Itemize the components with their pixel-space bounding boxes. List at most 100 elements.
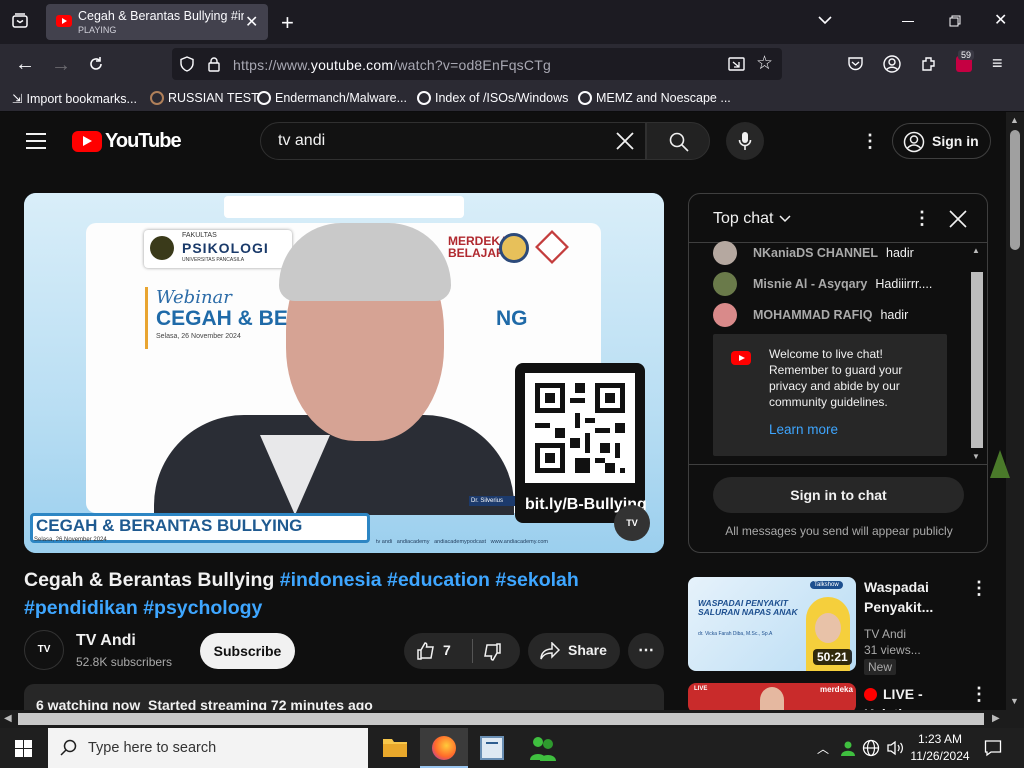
more-options-icon[interactable]: ⋮ (861, 132, 879, 150)
mic-icon (738, 131, 752, 151)
like-button[interactable] (416, 641, 436, 661)
more-actions-icon[interactable]: ⋯ (628, 633, 664, 669)
file-explorer-icon[interactable] (382, 734, 408, 762)
close-chat-icon[interactable] (949, 210, 967, 228)
chat-scrollbar[interactable]: ▲ ▼ (970, 246, 984, 464)
hashtag-link[interactable]: #indonesia #education #sekolah (280, 569, 579, 591)
bookmark-item[interactable]: Index of /ISOs/Windows (417, 91, 568, 105)
address-bar[interactable]: https://www.youtube.com/watch?v=od8EnFqs… (172, 48, 782, 80)
chat-avatar[interactable] (713, 303, 737, 327)
horizontal-scrollbar-thumb[interactable] (18, 713, 984, 725)
close-tab-icon[interactable]: ✕ (245, 12, 258, 32)
chat-options-icon[interactable]: ⋮ (913, 208, 931, 229)
app-window-icon[interactable] (480, 736, 504, 760)
reload-icon[interactable] (88, 56, 104, 72)
notifications-icon[interactable] (984, 739, 1002, 757)
recommendation-meta: 31 views... (864, 643, 921, 657)
recommendation-channel[interactable]: TV Andi (864, 627, 974, 641)
taskbar-clock[interactable]: 1:23 AM 11/26/2024 (910, 731, 970, 765)
recommendation-menu-icon[interactable]: ⋮ (970, 684, 988, 705)
scroll-right-icon[interactable]: ▶ (992, 713, 1000, 724)
taskbar-search-input[interactable]: Type here to search (48, 728, 368, 768)
channel-avatar[interactable]: TV (24, 630, 64, 670)
scroll-left-icon[interactable]: ◀ (4, 713, 12, 724)
recommendation-thumbnail[interactable]: Talkshow WASPADAI PENYAKIT SALURAN NAPAS… (688, 577, 856, 671)
chat-mode-dropdown[interactable]: Top chat (713, 210, 792, 228)
youtube-small-icon (731, 351, 751, 365)
bookmark-label: Index of /ISOs/Windows (435, 91, 569, 105)
page-scrollbar[interactable]: ▲ ▼ (1006, 112, 1024, 728)
volume-icon[interactable] (886, 739, 904, 757)
reader-view-icon[interactable] (728, 56, 745, 72)
chat-author[interactable]: Misnie Al - Asyqary (753, 277, 867, 291)
windows-start-icon[interactable] (15, 740, 32, 757)
pocket-icon[interactable] (847, 56, 864, 72)
scroll-up-arrow-icon[interactable]: ▲ (1010, 115, 1019, 125)
chat-scroll-down-icon[interactable]: ▼ (972, 452, 980, 461)
subscribe-button[interactable]: Subscribe (200, 633, 295, 669)
extensions-icon[interactable] (920, 55, 938, 73)
recommendation-info[interactable]: Waspadai Penyakit... TV Andi 31 views...… (864, 577, 974, 676)
extension-badge-count: 59 (958, 50, 975, 60)
chat-message: MOHAMMAD RAFIQ hadir (713, 301, 908, 329)
chevron-down-icon[interactable] (818, 15, 832, 25)
recommendation-thumbnail[interactable]: LIVE merdeka (688, 683, 856, 713)
hamburger-menu-icon[interactable]: ≡ (992, 54, 1003, 72)
restore-icon[interactable] (949, 15, 961, 27)
bookmark-item[interactable]: Endermanch/Malware... (257, 91, 407, 105)
share-button[interactable]: Share (528, 633, 620, 669)
recommendation-title[interactable]: Waspadai Penyakit... (864, 577, 956, 617)
horizontal-scrollbar[interactable]: ◀ ▶ (0, 710, 1006, 728)
browser-tab-active[interactable]: Cegah & Berantas Bullying #indonesia PLA… (46, 4, 268, 40)
youtube-logo[interactable]: YouTube (72, 130, 182, 153)
window-close-icon[interactable]: ✕ (994, 13, 1007, 29)
chat-author[interactable]: NKaniaDS CHANNEL (753, 246, 878, 260)
logo-strip (224, 196, 464, 218)
clear-search-icon[interactable] (616, 132, 634, 150)
hashtag-link[interactable]: #pendidikan #psychology (24, 597, 262, 619)
chat-welcome-banner: Welcome to live chat! Remember to guard … (713, 334, 947, 456)
new-tab-icon[interactable]: + (281, 12, 294, 34)
voice-search-button[interactable] (726, 122, 764, 160)
chat-author[interactable]: MOHAMMAD RAFIQ (753, 308, 872, 322)
system-tray-chevron-icon[interactable]: ︿ (817, 740, 829, 757)
shield-icon[interactable] (179, 56, 195, 72)
chat-avatar[interactable] (713, 241, 737, 265)
people-app-icon[interactable] (528, 734, 558, 762)
bookmark-item[interactable]: ⇲ Import bookmarks... (12, 91, 137, 107)
faculty-line3: UNIVERSITAS PANCASILA (182, 257, 245, 263)
accent-bar (145, 287, 148, 349)
video-player[interactable]: FAKULTAS PSIKOLOGI UNIVERSITAS PANCASILA… (24, 193, 664, 553)
tab-list-icon[interactable] (11, 12, 29, 30)
house-logo-icon (535, 230, 569, 264)
lock-icon[interactable] (207, 56, 221, 72)
guide-menu-icon[interactable] (26, 133, 46, 149)
learn-more-link[interactable]: Learn more (769, 422, 838, 437)
chat-scroll-up-icon[interactable]: ▲ (972, 246, 980, 255)
sign-in-to-chat-button[interactable]: Sign in to chat (713, 477, 964, 513)
recommendation-menu-icon[interactable]: ⋮ (970, 578, 988, 599)
dislike-button[interactable] (482, 642, 502, 662)
url-path: /watch?v=od8EnFqsCTg (393, 57, 551, 73)
account-icon[interactable] (883, 55, 901, 73)
thumb-speaker: dr. Vicka Farah Diba, M.Sc., Sp.A (698, 631, 773, 637)
firefox-taskbar-button[interactable] (420, 728, 468, 768)
chat-avatar[interactable] (713, 272, 737, 296)
forward-icon[interactable]: → (51, 54, 71, 77)
search-button[interactable] (646, 122, 710, 160)
people-tray-icon[interactable] (840, 740, 856, 756)
recommendation-title[interactable]: LIVE - (883, 684, 923, 704)
bookmark-item[interactable]: MEMZ and Noescape ... (578, 91, 731, 105)
minimize-icon[interactable] (902, 21, 914, 22)
channel-name[interactable]: TV Andi (76, 632, 136, 650)
bookmark-item[interactable]: RUSSIAN TEST (150, 91, 259, 105)
scroll-down-arrow-icon[interactable]: ▼ (1010, 696, 1019, 706)
star-bookmark-icon[interactable]: ☆ (756, 54, 773, 73)
chat-scrollbar-thumb[interactable] (971, 272, 983, 448)
network-globe-icon[interactable] (862, 739, 880, 757)
search-input[interactable]: tv andi (260, 122, 646, 160)
sign-in-button[interactable]: Sign in (892, 123, 991, 159)
back-icon[interactable]: ← (15, 54, 35, 74)
scrollbar-thumb[interactable] (1010, 130, 1020, 250)
youtube-favicon-icon (56, 15, 72, 27)
